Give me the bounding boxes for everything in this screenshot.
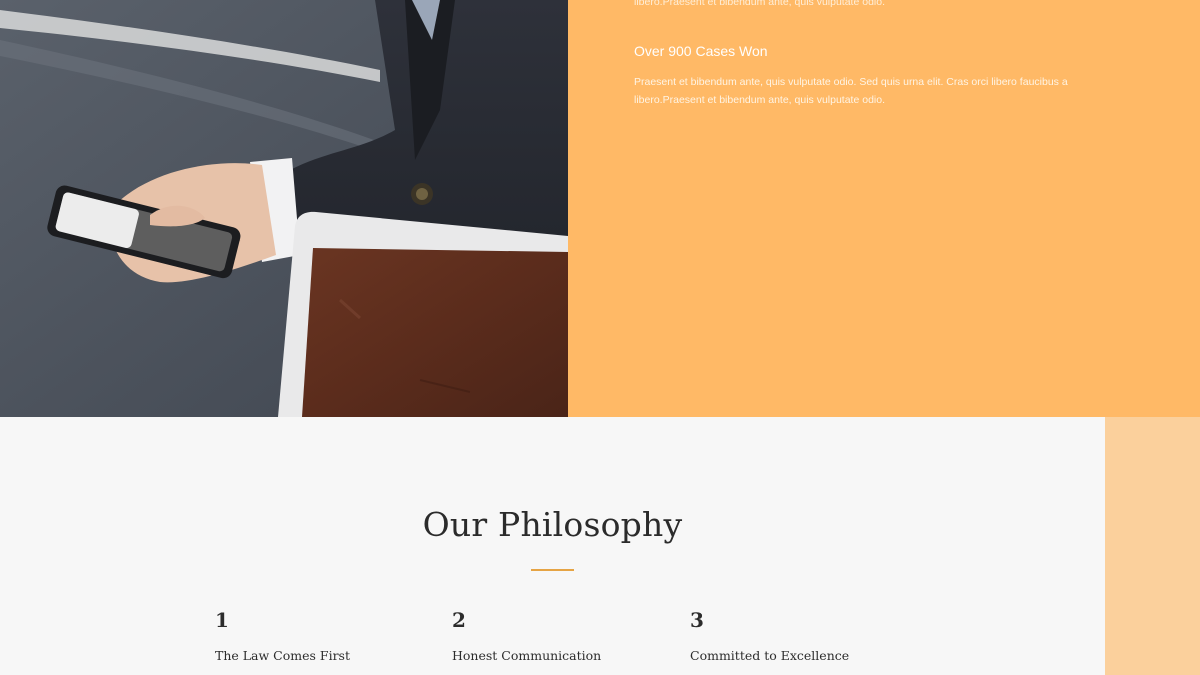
feature-text: Praesent et bibendum ante, quis vulputat… bbox=[634, 76, 1068, 106]
side-accent-strip bbox=[1105, 417, 1200, 675]
philosophy-item: 3 Committed to Excellence bbox=[690, 609, 900, 664]
philosophy-item: 1 The Law Comes First bbox=[215, 609, 425, 664]
hero-section: libero.Praesent et bibendum ante, quis v… bbox=[0, 0, 1200, 417]
item-number: 2 bbox=[452, 608, 466, 632]
businessman-photo bbox=[0, 0, 568, 417]
title-divider bbox=[531, 569, 574, 571]
section-title: Our Philosophy bbox=[422, 505, 683, 544]
businessman-phone-laptop-photo-icon bbox=[0, 0, 568, 417]
philosophy-section: Our Philosophy 1 The Law Comes First 2 H… bbox=[0, 417, 1105, 675]
item-title: The Law Comes First bbox=[215, 648, 350, 663]
feature-text-cut: libero.Praesent et bibendum ante, quis v… bbox=[634, 0, 886, 8]
philosophy-item: 2 Honest Communication bbox=[452, 609, 662, 664]
item-title: Honest Communication bbox=[452, 648, 602, 663]
feature-block: Over 900 Cases Won Praesent et bibendum … bbox=[634, 42, 1074, 109]
feature-title: Over 900 Cases Won bbox=[634, 43, 768, 59]
item-number: 1 bbox=[215, 608, 229, 632]
item-number: 3 bbox=[690, 608, 704, 632]
stats-panel: libero.Praesent et bibendum ante, quis v… bbox=[568, 0, 1200, 417]
item-title: Committed to Excellence bbox=[690, 648, 850, 663]
